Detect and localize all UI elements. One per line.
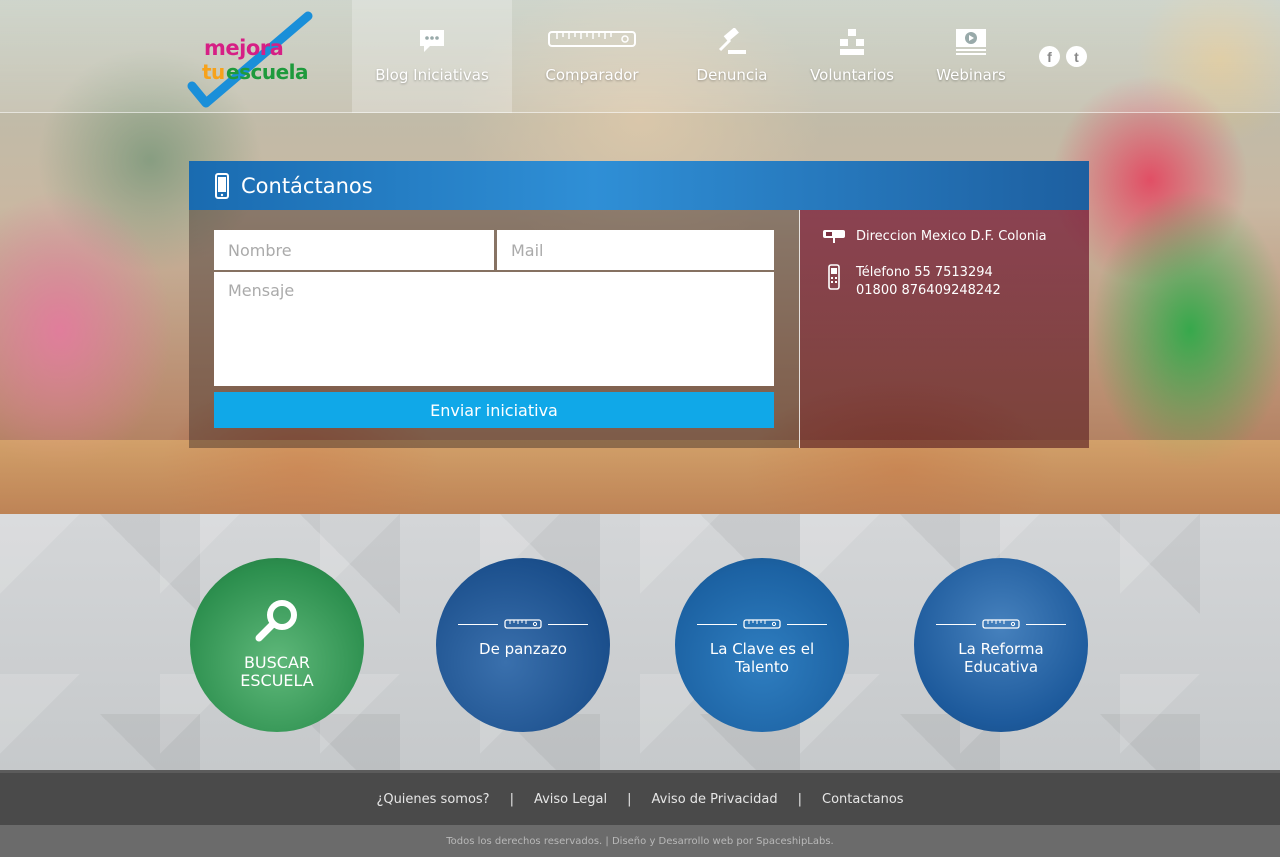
address-text: Direccion Mexico D.F. Colonia (856, 229, 1047, 244)
nav-item-voluntarios[interactable]: Voluntarios (792, 0, 912, 113)
name-input[interactable] (214, 230, 494, 270)
gavel-icon (718, 28, 746, 54)
copyright-text: Todos los derechos reservados. | Diseño … (0, 825, 1280, 857)
footer-links: ¿Quienes somos? | Aviso Legal | Aviso de… (0, 770, 1280, 825)
footer-link-contactanos[interactable]: Contactanos (822, 792, 904, 807)
phone-row: Télefono 55 7513294 01800 876409248242 (822, 264, 1001, 300)
twitter-icon[interactable]: t (1066, 46, 1087, 67)
search-school-circle[interactable]: BUSCAR ESCUELA (190, 558, 364, 732)
nav-label: Denuncia (696, 66, 768, 84)
logo-word-escuela: escuela (226, 60, 308, 84)
nav-item-comparador[interactable]: Comparador (512, 0, 672, 113)
logo-word-mejora: mejora (204, 36, 284, 60)
contact-title: Contáctanos (241, 173, 373, 198)
speech-bubble-icon (420, 30, 444, 52)
site-header: mejora tu escuela Blog Iniciativas Compa… (0, 0, 1280, 113)
ruler-divider (697, 618, 827, 630)
footer-separator: | (627, 791, 632, 807)
nav-item-webinars[interactable]: Webinars (912, 0, 1030, 113)
circle-title: ESCUELA (240, 671, 314, 690)
features-section: BUSCAR ESCUELA De panzazo La Clave es el (0, 514, 1280, 770)
nav-label: Blog Iniciativas (375, 66, 489, 84)
submit-initiative-button[interactable]: Enviar iniciativa (214, 392, 774, 428)
ruler-icon (982, 619, 1020, 629)
ruler-divider (936, 618, 1066, 630)
de-panzazo-circle[interactable]: De panzazo (436, 558, 610, 732)
people-icon (840, 29, 864, 55)
site-logo[interactable]: mejora tu escuela (186, 8, 316, 108)
mail-input[interactable] (497, 230, 774, 270)
la-reforma-circle[interactable]: La Reforma Educativa (914, 558, 1088, 732)
ruler-divider (458, 618, 588, 630)
circle-title: La Reforma (958, 640, 1044, 658)
nav-label: Webinars (936, 66, 1006, 84)
contact-info: Direccion Mexico D.F. Colonia Télefono 5… (800, 210, 1089, 448)
ruler-icon (743, 619, 781, 629)
social-links: f t (1039, 46, 1087, 67)
circle-title: Talento (735, 658, 789, 676)
main-nav: Blog Iniciativas Comparador Denuncia Vol… (352, 0, 1030, 113)
message-textarea[interactable] (214, 272, 774, 386)
nav-label: Voluntarios (810, 66, 894, 84)
nav-item-blog-iniciativas[interactable]: Blog Iniciativas (352, 0, 512, 113)
contact-header: Contáctanos (189, 161, 1089, 210)
footer-link-quienes-somos[interactable]: ¿Quienes somos? (376, 792, 489, 807)
circle-title: Educativa (963, 658, 1039, 676)
phone-toll-free-text: 01800 876409248242 (856, 283, 1001, 298)
nav-label: Comparador (545, 66, 639, 84)
video-icon (956, 29, 986, 55)
footer-link-aviso-privacidad[interactable]: Aviso de Privacidad (652, 792, 778, 807)
nav-item-denuncia[interactable]: Denuncia (672, 0, 792, 113)
logo-word-tu: tu (202, 60, 225, 84)
cellphone-icon (828, 264, 840, 290)
footer-separator: | (509, 791, 514, 807)
magnifier-icon (255, 600, 297, 642)
contact-panel: Contáctanos Direccion Mexico D.F. Coloni… (189, 161, 1089, 448)
circle-title: De panzazo (479, 640, 567, 658)
ruler-icon (548, 31, 636, 47)
mobile-phone-icon (215, 172, 229, 199)
address-sign-icon (823, 230, 845, 243)
circle-title: La Clave es el (709, 640, 815, 658)
hero-band (0, 440, 1280, 514)
la-clave-circle[interactable]: La Clave es el Talento (675, 558, 849, 732)
phone-text: Télefono 55 7513294 (856, 265, 993, 280)
footer-link-aviso-legal[interactable]: Aviso Legal (534, 792, 607, 807)
circle-title: BUSCAR (243, 653, 311, 672)
ruler-icon (504, 619, 542, 629)
address-row: Direccion Mexico D.F. Colonia (822, 228, 1047, 246)
footer-separator: | (797, 791, 803, 807)
facebook-icon[interactable]: f (1039, 46, 1060, 67)
